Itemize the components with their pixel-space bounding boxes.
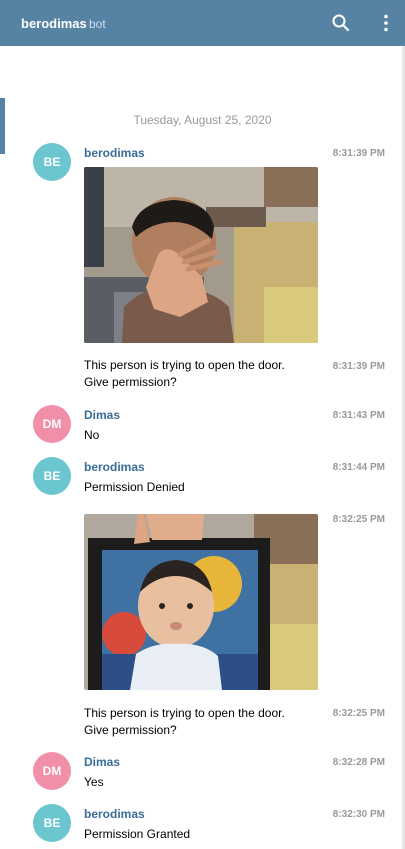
- message-author[interactable]: Dimas: [84, 755, 120, 769]
- message-time: 8:31:43 PM: [332, 410, 385, 421]
- message-author[interactable]: berodimas: [84, 146, 145, 160]
- date-separator: Tuesday, August 25, 2020: [133, 113, 272, 127]
- message-time: 8:32:28 PM: [332, 757, 385, 768]
- avatar[interactable]: DM: [33, 405, 71, 443]
- message-time: 8:31:39 PM: [332, 148, 385, 159]
- message-time: 8:31:39 PM: [332, 361, 385, 372]
- message-text: This person is trying to open the door. …: [84, 706, 285, 737]
- message-author[interactable]: berodimas: [84, 807, 145, 821]
- chat-title[interactable]: berodimas: [21, 16, 87, 31]
- more-vertical-icon[interactable]: [374, 11, 398, 35]
- message-author[interactable]: Dimas: [84, 408, 120, 422]
- message-photo[interactable]: [84, 514, 318, 690]
- message-time: 8:32:25 PM: [332, 514, 385, 525]
- message-photo[interactable]: [84, 167, 318, 343]
- avatar[interactable]: BE: [33, 143, 71, 181]
- chat-subtitle: bot: [89, 17, 106, 31]
- message-text: Permission Denied: [84, 480, 185, 494]
- avatar[interactable]: DM: [33, 752, 71, 790]
- chat-header: berodimas bot: [0, 0, 405, 46]
- message-time: 8:32:30 PM: [332, 809, 385, 820]
- message-text: Permission Granted: [84, 827, 191, 841]
- avatar[interactable]: BE: [33, 457, 71, 495]
- avatar[interactable]: BE: [33, 804, 71, 842]
- message-text: Yes: [84, 775, 104, 789]
- message-text: This person is trying to open the door. …: [84, 358, 285, 389]
- message-time: 8:31:44 PM: [332, 462, 385, 473]
- message-author[interactable]: berodimas: [84, 460, 145, 474]
- message-time: 8:32:25 PM: [332, 708, 385, 719]
- search-icon[interactable]: [329, 11, 353, 35]
- message-text: No: [84, 428, 100, 442]
